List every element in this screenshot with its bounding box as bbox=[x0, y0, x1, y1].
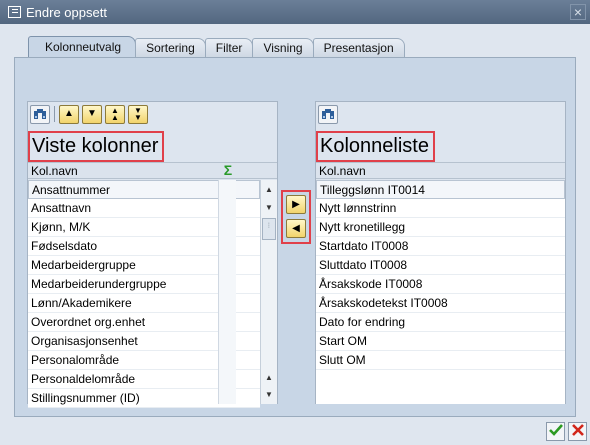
confirm-button[interactable] bbox=[546, 422, 565, 441]
list-item[interactable]: Sluttdato IT0008 bbox=[316, 256, 565, 275]
list-item[interactable]: Dato for endring bbox=[316, 313, 565, 332]
scroll-down-icon[interactable]: ▼ bbox=[82, 104, 102, 124]
toolbar-divider bbox=[54, 106, 55, 122]
list-item[interactable]: Nytt lønnstrinn bbox=[316, 199, 565, 218]
tab-filter[interactable]: Filter bbox=[204, 38, 254, 58]
list-item[interactable]: Nytt kronetillegg bbox=[316, 218, 565, 237]
cancel-button[interactable] bbox=[568, 422, 587, 441]
window-title: Endre oppsett bbox=[26, 4, 107, 20]
column-list: Tilleggslønn IT0014 Nytt lønnstrinn Nytt k… bbox=[316, 180, 565, 404]
tab-presentasjon[interactable]: Presentasjon bbox=[312, 38, 405, 58]
scrollbar-thumb[interactable]: ⋮ bbox=[262, 218, 276, 240]
dialog-body: Kolonneutvalg Sortering Filter Visning P… bbox=[0, 24, 590, 445]
left-column-header-label[interactable]: Kol.navn bbox=[31, 164, 78, 178]
binoculars-icon[interactable] bbox=[318, 104, 338, 124]
list-item[interactable]: Slutt OM bbox=[316, 351, 565, 370]
displayed-columns-panel: ▲ ▼ ▲ ▲ ▼ ▼ Viste kolonner Kol.navn Σ Ansa… bbox=[27, 101, 278, 408]
right-toolbar bbox=[318, 104, 341, 124]
move-buttons-group: ▶ ◀ bbox=[281, 190, 311, 244]
tab-strip: Kolonneutvalg Sortering Filter Visning P… bbox=[28, 36, 405, 58]
list-item[interactable]: Startdato IT0008 bbox=[316, 237, 565, 256]
binoculars-icon[interactable] bbox=[30, 104, 50, 124]
scroll-down-arrow-icon[interactable]: ▼ bbox=[262, 387, 276, 402]
tab-sortering[interactable]: Sortering bbox=[135, 38, 206, 58]
move-right-button[interactable]: ▶ bbox=[286, 195, 306, 214]
left-toolbar: ▲ ▼ ▲ ▲ ▼ ▼ bbox=[30, 104, 151, 124]
list-item[interactable]: Tilleggslønn IT0014 bbox=[316, 180, 565, 199]
scroll-top-icon[interactable]: ▲ bbox=[59, 104, 79, 124]
list-item[interactable]: Årsakskodetekst IT0008 bbox=[316, 294, 565, 313]
move-left-button[interactable]: ◀ bbox=[286, 219, 306, 238]
scroll-bottom-icon[interactable]: ▼ ▼ bbox=[128, 104, 148, 124]
cancel-x-icon bbox=[571, 424, 584, 436]
checkmark-icon bbox=[548, 424, 563, 436]
sum-icon: Σ bbox=[223, 162, 233, 178]
tab-panel: ▲ ▼ ▲ ▲ ▼ ▼ Viste kolonner Kol.navn Σ Ansa… bbox=[14, 57, 576, 417]
column-list-title: Kolonneliste bbox=[316, 131, 435, 162]
displayed-columns-title: Viste kolonner bbox=[28, 131, 165, 162]
close-button[interactable]: × bbox=[570, 4, 586, 20]
tab-kolonneutvalg[interactable]: Kolonneutvalg bbox=[28, 36, 137, 58]
right-column-header-label[interactable]: Kol.navn bbox=[319, 164, 366, 178]
displayed-columns-heading: Viste kolonner bbox=[28, 126, 277, 162]
list-column-divider bbox=[218, 180, 236, 404]
scroll-down-arrow-icon[interactable]: ▼ bbox=[262, 200, 276, 215]
window-titlebar: Endre oppsett × bbox=[0, 0, 590, 24]
list-item[interactable]: Årsakskode IT0008 bbox=[316, 275, 565, 294]
column-list-heading: Kolonneliste bbox=[316, 126, 565, 162]
right-column-header: Kol.navn bbox=[316, 162, 565, 179]
scroll-up-arrow-icon[interactable]: ▲ bbox=[262, 182, 276, 197]
left-scrollbar[interactable]: ▲ ▼ ⋮ ▲ ▼ bbox=[260, 180, 277, 404]
list-item[interactable]: Start OM bbox=[316, 332, 565, 351]
tab-visning[interactable]: Visning bbox=[252, 38, 314, 58]
edit-layout-icon bbox=[8, 6, 21, 18]
scroll-up-arrow-icon[interactable]: ▲ bbox=[262, 370, 276, 385]
scroll-page-up-icon[interactable]: ▲ ▲ bbox=[105, 104, 125, 124]
column-list-panel: Kolonneliste Kol.navn Tilleggslønn IT001… bbox=[315, 101, 566, 404]
left-column-header: Kol.navn Σ bbox=[28, 162, 277, 179]
